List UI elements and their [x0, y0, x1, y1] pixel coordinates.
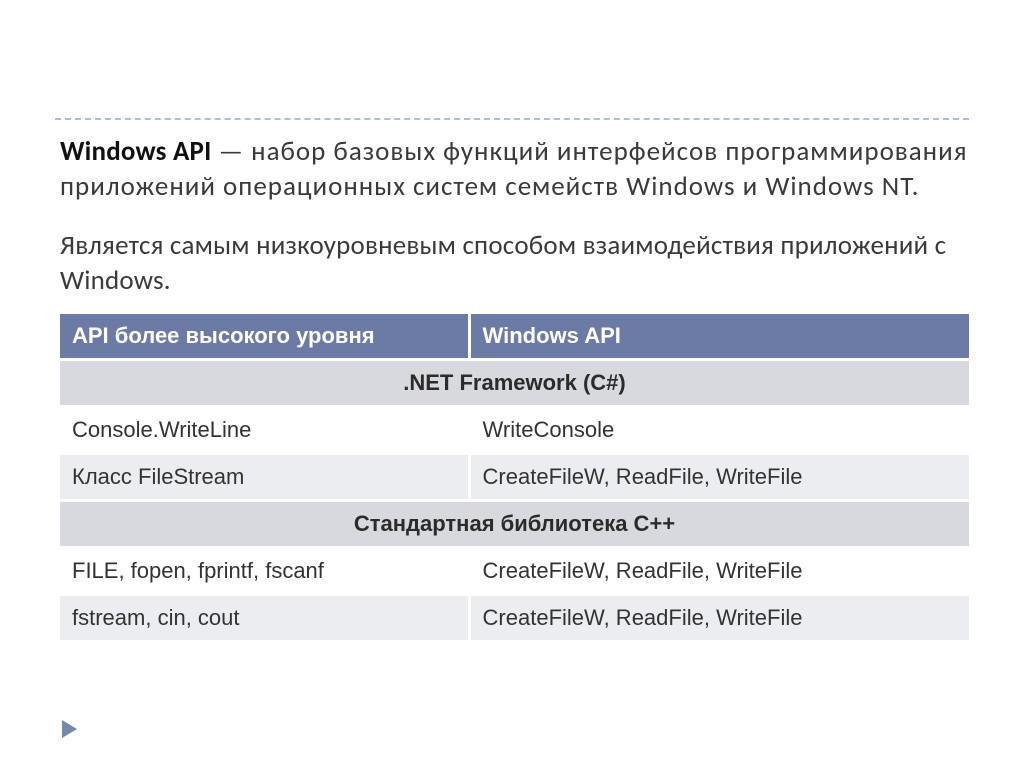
cell-higher-api: Класс FileStream	[60, 454, 469, 501]
table-row: FILE, fopen, fprintf, fscanf CreateFileW…	[60, 548, 969, 595]
section-dotnet: .NET Framework (C#)	[60, 360, 969, 407]
title-bold: Windows API	[60, 135, 212, 168]
section-cpp-stdlib: Стандартная библиотека C++	[60, 501, 969, 548]
header-col-higher-api: API более высокого уровня	[60, 314, 469, 360]
api-table: API более высокого уровня Windows API .N…	[60, 314, 969, 640]
cell-higher-api: Console.WriteLine	[60, 407, 469, 454]
cell-windows-api: CreateFileW, ReadFile, WriteFile	[469, 454, 969, 501]
table-header-row: API более высокого уровня Windows API	[60, 314, 969, 360]
header-col-windows-api: Windows API	[469, 314, 969, 360]
divider-line	[55, 118, 969, 120]
wedge-icon	[62, 720, 77, 738]
table-row: Console.WriteLine WriteConsole	[60, 407, 969, 454]
cell-higher-api: FILE, fopen, fprintf, fscanf	[60, 548, 469, 595]
intro-paragraph-2: Является самым низкоуровневым способом в…	[60, 228, 969, 298]
section-dotnet-label: .NET Framework (C#)	[60, 360, 969, 407]
table-row: fstream, cin, cout CreateFileW, ReadFile…	[60, 595, 969, 641]
cell-windows-api: WriteConsole	[469, 407, 969, 454]
slide: Windows API — набор базовых функций инте…	[0, 0, 1024, 768]
section-cpp-label: Стандартная библиотека C++	[60, 501, 969, 548]
cell-windows-api: CreateFileW, ReadFile, WriteFile	[469, 548, 969, 595]
cell-higher-api: fstream, cin, cout	[60, 595, 469, 641]
table-row: Класс FileStream CreateFileW, ReadFile, …	[60, 454, 969, 501]
intro-paragraph-1: Windows API — набор базовых функций инте…	[60, 134, 969, 204]
cell-windows-api: CreateFileW, ReadFile, WriteFile	[469, 595, 969, 641]
